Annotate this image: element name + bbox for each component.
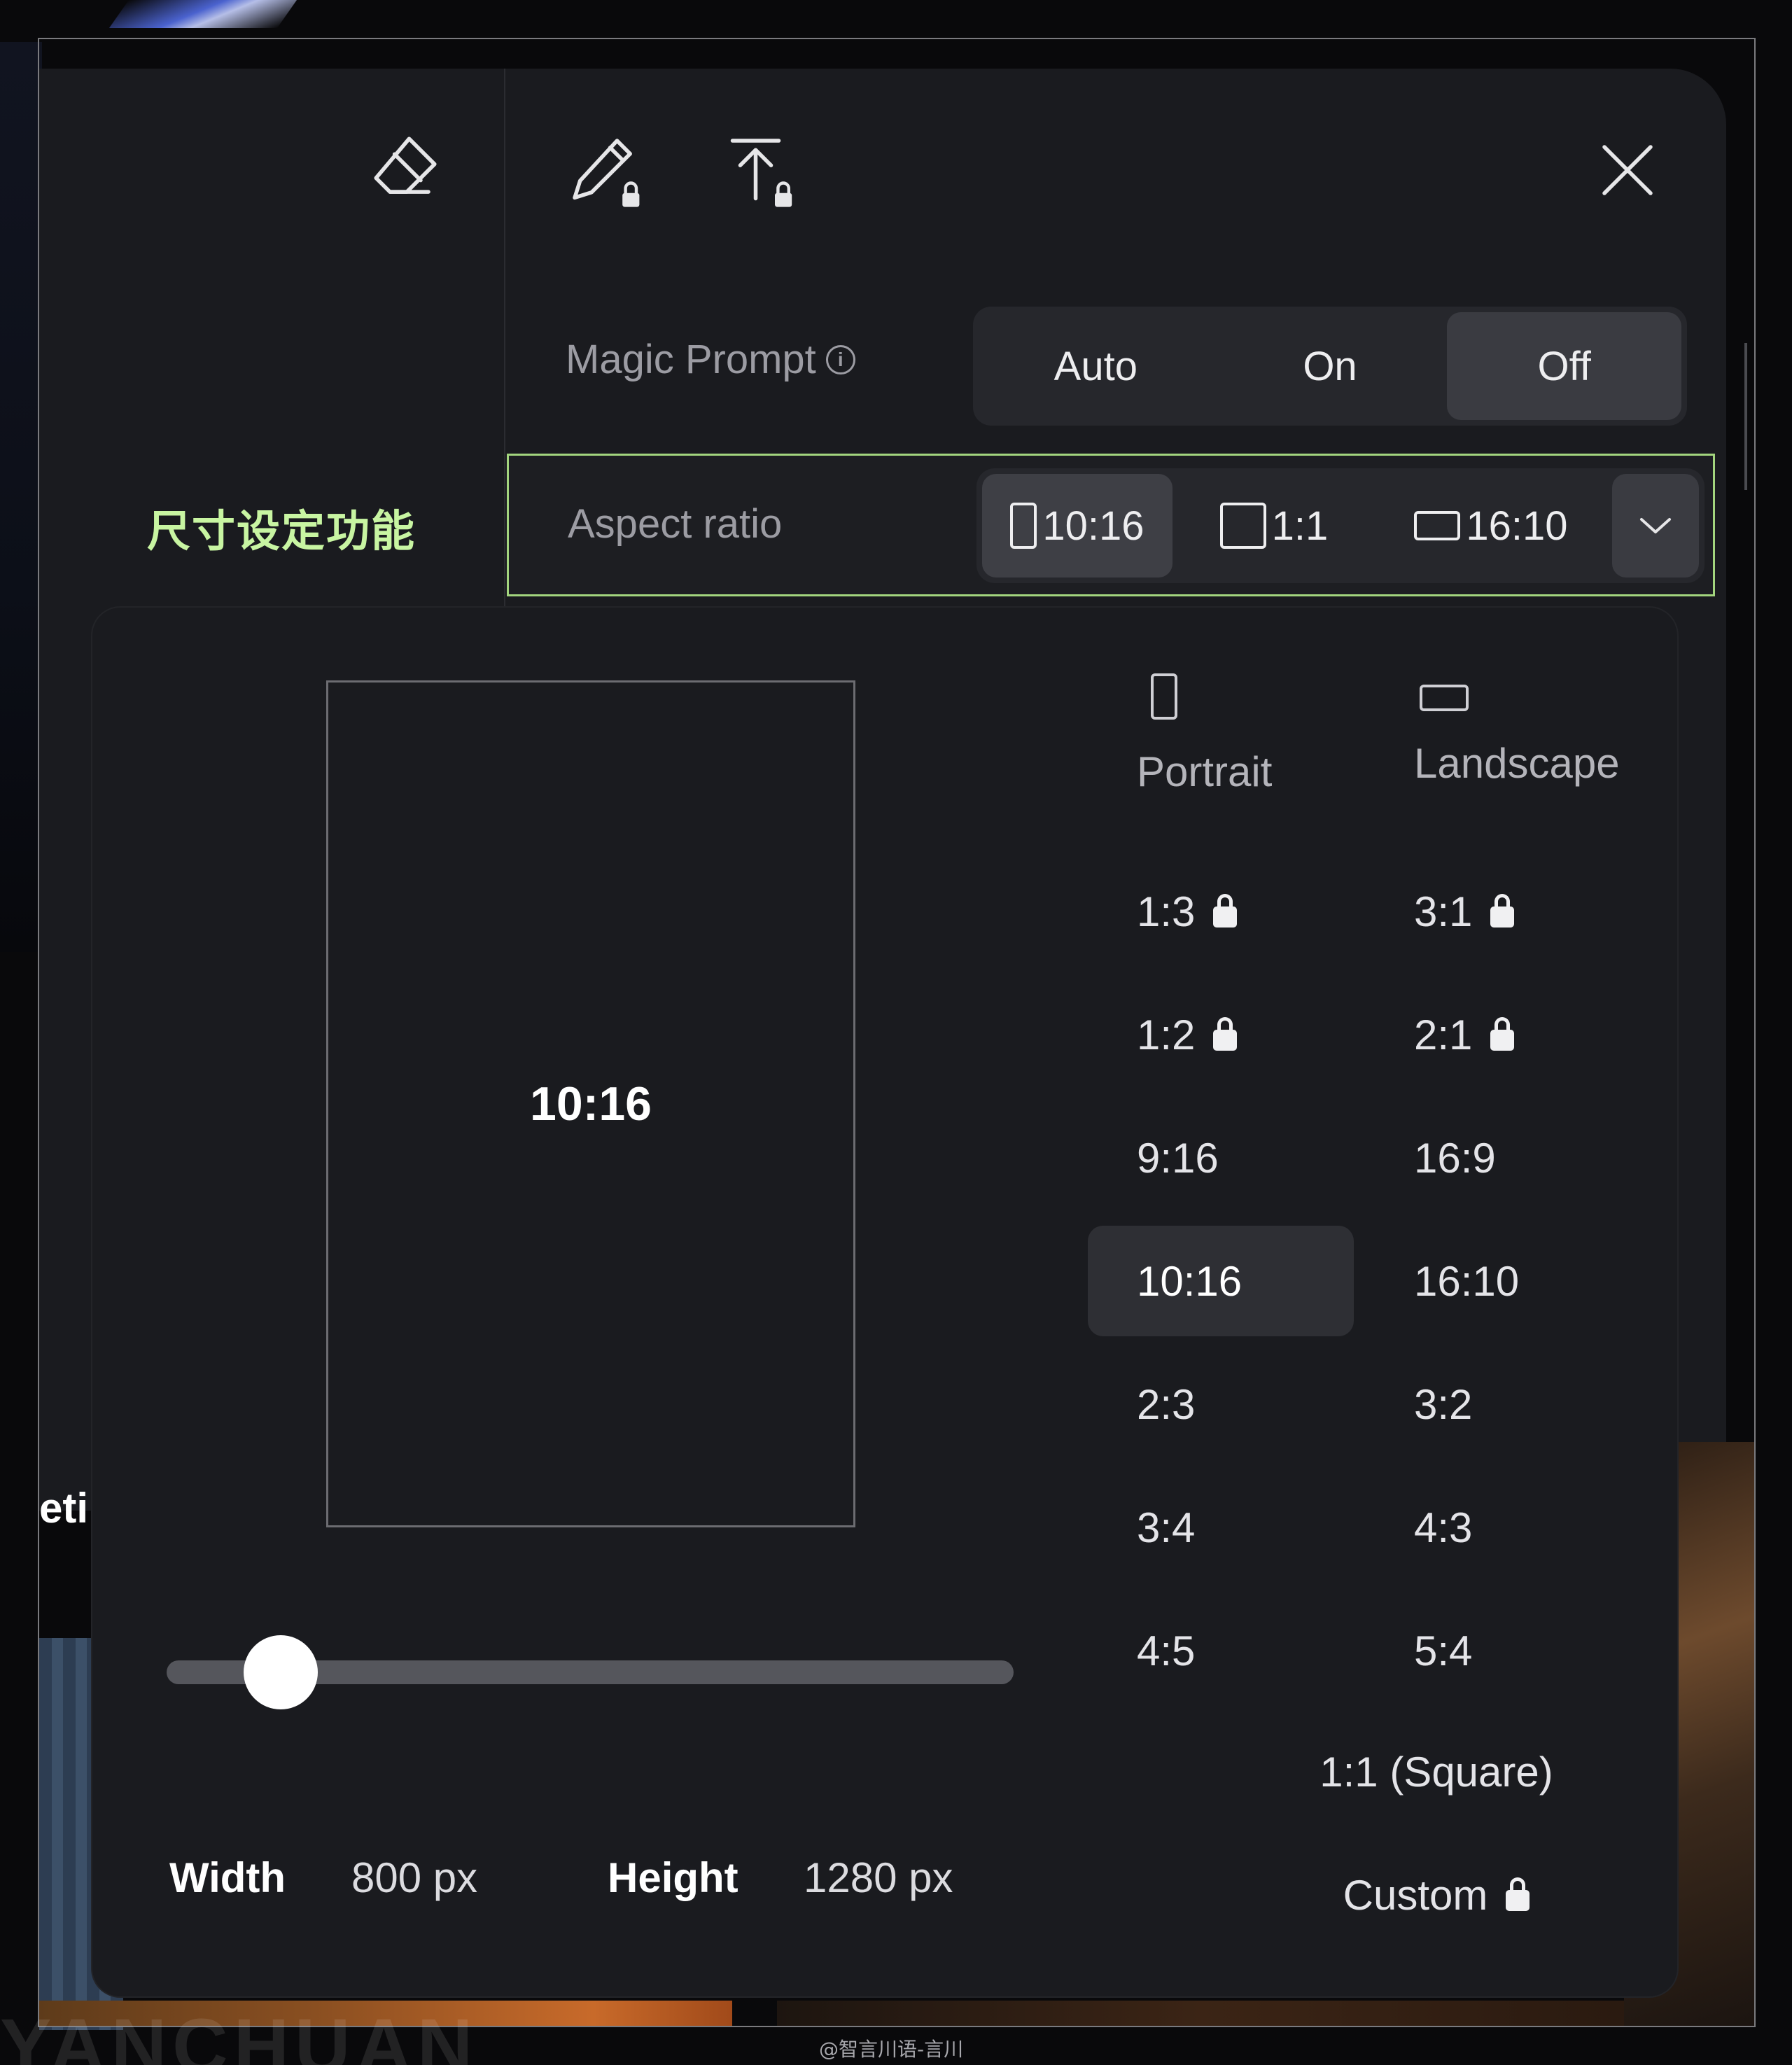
eraser-button[interactable]	[360, 122, 451, 214]
custom-option-label: Custom	[1343, 1871, 1488, 1919]
ratio-option-label: 4:5	[1137, 1627, 1196, 1674]
lock-icon	[1213, 1017, 1238, 1051]
magic-prompt-text: Magic Prompt	[566, 337, 816, 382]
ratio-option-label: 16:9	[1414, 1134, 1496, 1182]
ratio-option[interactable]: 3:4	[1088, 1472, 1354, 1583]
aspect-ratio-quick-select: 10:16 1:1 16:10	[976, 468, 1704, 583]
aspect-option-16-10[interactable]: 16:10	[1376, 474, 1606, 578]
square-option[interactable]: 1:1 (Square)	[1198, 1716, 1674, 1827]
magic-prompt-auto[interactable]: Auto	[979, 312, 1213, 420]
aspect-option-label: 16:10	[1466, 503, 1568, 549]
ratio-option-label: 5:4	[1414, 1627, 1473, 1674]
ratio-option[interactable]: 2:3	[1088, 1349, 1354, 1460]
aspect-ratio-row: Aspect ratio 10:16 1:1 16:10	[507, 454, 1715, 596]
ratio-option-label: 4:3	[1414, 1504, 1473, 1551]
ratio-option-label: 9:16	[1137, 1134, 1219, 1182]
eraser-icon	[374, 136, 437, 194]
credit-text: @智言川语-言川	[819, 2038, 964, 2061]
height-value-container: 1280 px	[804, 1854, 953, 1902]
chevron-down-icon	[1640, 518, 1671, 533]
close-button[interactable]	[1582, 125, 1673, 216]
lock-icon	[1490, 1017, 1515, 1051]
ratio-option[interactable]: 16:10	[1365, 1226, 1631, 1336]
aspect-ratio-label: Aspect ratio	[568, 501, 783, 547]
width-display: Width	[169, 1854, 286, 1902]
ratio-option-label: 16:10	[1414, 1257, 1520, 1305]
portrait-header-label: Portrait	[1137, 748, 1273, 795]
ratio-option[interactable]: 16:9	[1365, 1102, 1631, 1213]
annotation-label: 尺寸设定功能	[147, 505, 416, 556]
portrait-shape-icon	[1010, 503, 1037, 549]
magic-prompt-off[interactable]: Off	[1447, 312, 1682, 420]
slider-handle[interactable]	[244, 1635, 318, 1709]
edit-button[interactable]	[560, 126, 651, 217]
aspect-ratio-dropdown-button[interactable]	[1612, 474, 1699, 578]
landscape-header-label: Landscape	[1414, 740, 1620, 787]
ratio-option[interactable]: 1:3	[1088, 856, 1354, 967]
landscape-icon	[1420, 685, 1469, 711]
magic-prompt-toggle: Auto On Off	[973, 307, 1687, 426]
info-icon[interactable]: i	[825, 344, 855, 374]
width-value: 800 px	[351, 1854, 478, 1901]
aspect-preview: 10:16	[326, 680, 855, 1527]
lock-icon	[1213, 894, 1238, 927]
watermark: YANCHUAN	[0, 2003, 479, 2065]
magic-prompt-on[interactable]: On	[1213, 312, 1448, 420]
square-option-label: 1:1 (Square)	[1320, 1748, 1553, 1795]
ratio-option[interactable]: 3:1	[1365, 856, 1631, 967]
background-light-streak	[108, 0, 298, 28]
pencil-locked-icon	[573, 139, 640, 207]
upload-locked-icon	[730, 139, 792, 207]
aspect-option-10-16[interactable]: 10:16	[982, 474, 1172, 578]
magic-prompt-label: Magic Prompt i	[566, 336, 855, 383]
aspect-ratio-popover: 10:16 Width 800 px Height 1280 px Portra…	[92, 608, 1677, 1996]
ratio-option-label: 3:1	[1414, 888, 1473, 935]
upload-button[interactable]	[714, 126, 805, 217]
ratio-option-label: 2:3	[1137, 1380, 1196, 1428]
width-label: Width	[169, 1854, 286, 1901]
aspect-option-label: 1:1	[1271, 503, 1329, 549]
ratio-option[interactable]: 10:16	[1088, 1226, 1354, 1336]
ratio-option-label: 3:4	[1137, 1504, 1196, 1551]
height-display: Height	[608, 1854, 738, 1902]
lock-icon	[1506, 1877, 1530, 1911]
ratio-option[interactable]: 5:4	[1365, 1595, 1631, 1706]
custom-option[interactable]: Custom	[1198, 1840, 1674, 1950]
portrait-icon	[1151, 673, 1177, 720]
landscape-column-header: Landscape	[1414, 685, 1620, 788]
size-slider[interactable]	[167, 1635, 1014, 1709]
ratio-option[interactable]: 3:2	[1365, 1349, 1631, 1460]
square-shape-icon	[1219, 503, 1266, 549]
width-value-container: 800 px	[351, 1854, 477, 1902]
ratio-option-label: 2:1	[1414, 1011, 1473, 1058]
ratio-option[interactable]: 4:3	[1365, 1472, 1631, 1583]
height-label: Height	[608, 1854, 738, 1901]
ratio-option[interactable]: 1:2	[1088, 979, 1354, 1090]
landscape-shape-icon	[1414, 511, 1461, 540]
background-left-edge	[0, 42, 42, 952]
ratio-option-label: 1:2	[1137, 1011, 1196, 1058]
lock-icon	[1490, 894, 1515, 927]
ratio-option-label: 10:16	[1137, 1257, 1242, 1305]
aspect-option-label: 10:16	[1042, 503, 1144, 549]
ratio-option[interactable]: 9:16	[1088, 1102, 1354, 1213]
ratio-option[interactable]: 2:1	[1365, 979, 1631, 1090]
height-value: 1280 px	[804, 1854, 953, 1901]
ratio-option-label: 3:2	[1414, 1380, 1473, 1428]
portrait-column-header: Portrait	[1137, 673, 1272, 796]
ratio-option-label: 1:3	[1137, 888, 1196, 935]
aspect-option-1-1[interactable]: 1:1	[1180, 474, 1368, 578]
close-icon	[1602, 145, 1653, 195]
ratio-option[interactable]: 4:5	[1088, 1595, 1354, 1706]
